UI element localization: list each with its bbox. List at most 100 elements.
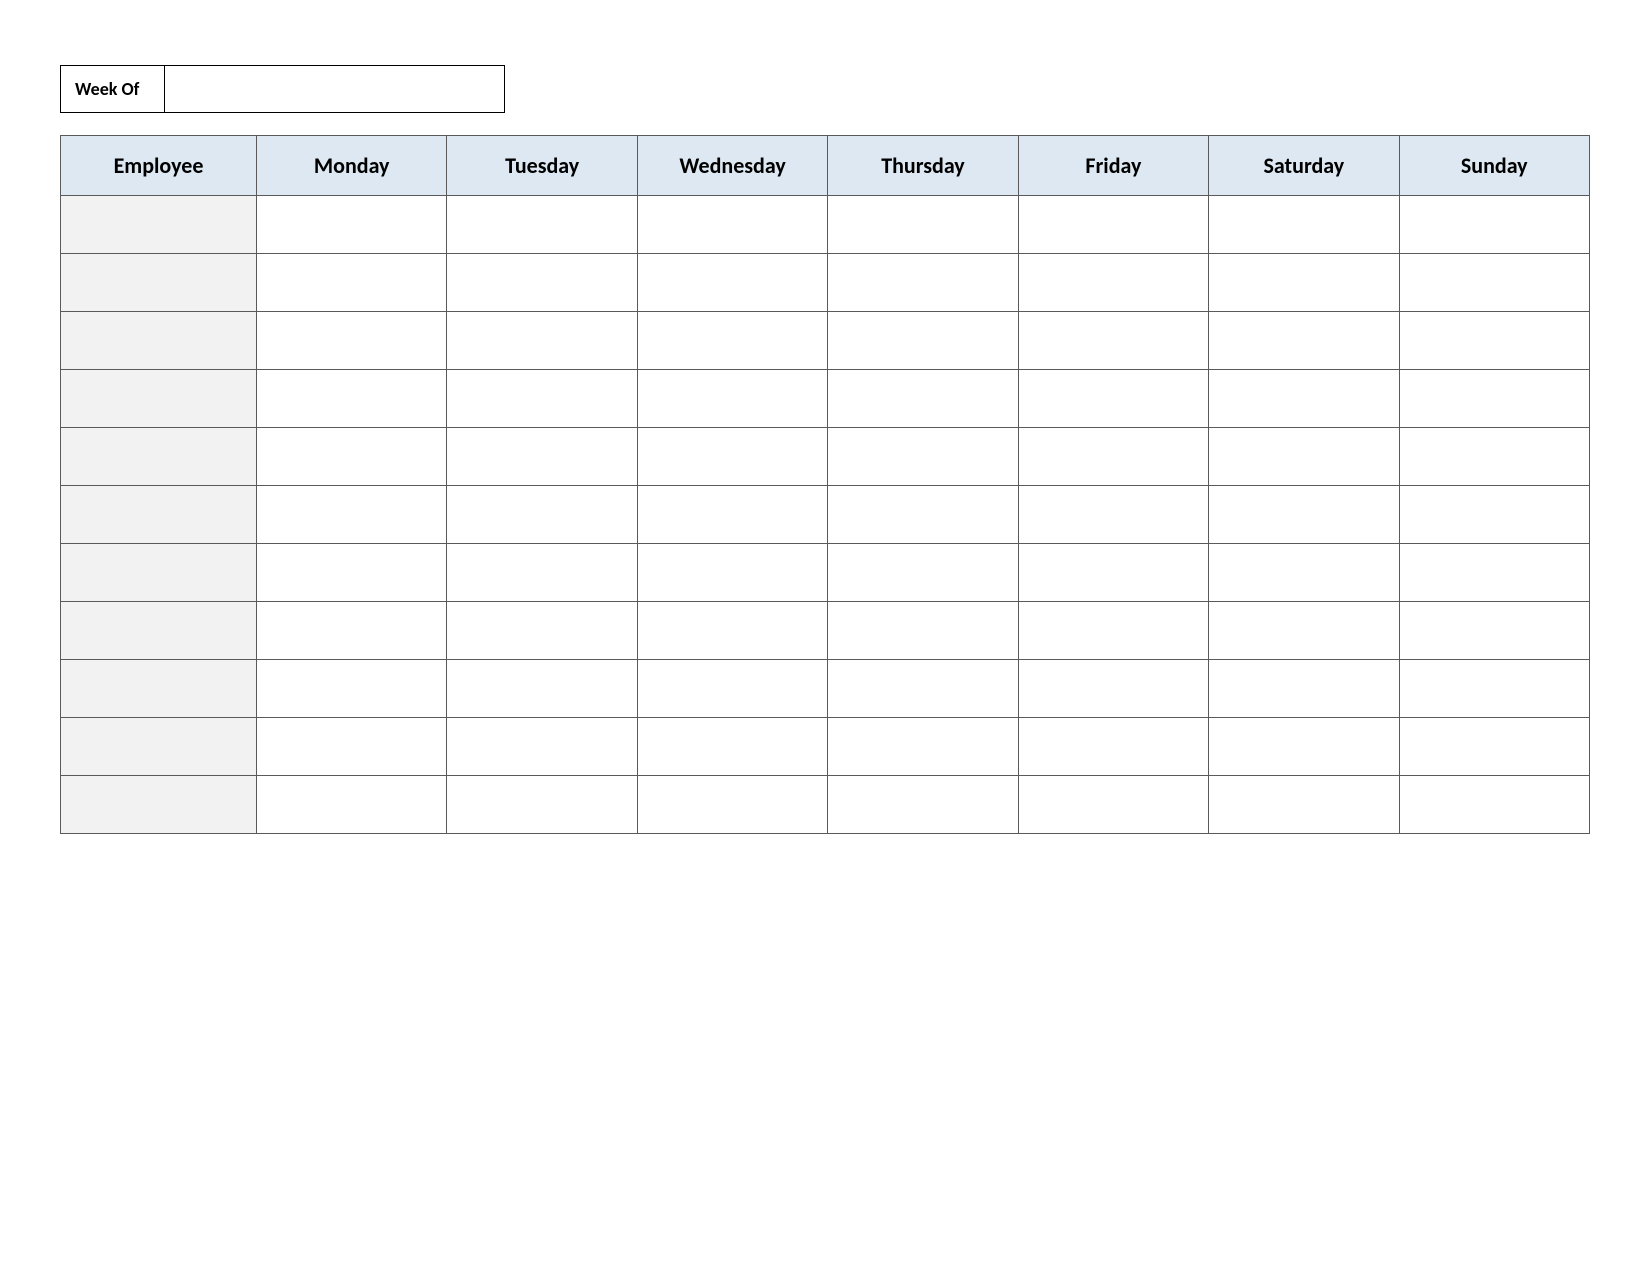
schedule-cell[interactable]: [1399, 486, 1589, 544]
employee-cell[interactable]: [61, 602, 257, 660]
schedule-cell[interactable]: [1209, 602, 1399, 660]
employee-cell[interactable]: [61, 428, 257, 486]
employee-cell[interactable]: [61, 370, 257, 428]
schedule-cell[interactable]: [1018, 312, 1208, 370]
employee-cell[interactable]: [61, 196, 257, 254]
schedule-cell[interactable]: [637, 428, 827, 486]
schedule-cell[interactable]: [1209, 776, 1399, 834]
schedule-cell[interactable]: [257, 660, 447, 718]
schedule-cell[interactable]: [828, 660, 1018, 718]
schedule-cell[interactable]: [1399, 254, 1589, 312]
schedule-cell[interactable]: [257, 428, 447, 486]
schedule-cell[interactable]: [1209, 196, 1399, 254]
employee-cell[interactable]: [61, 776, 257, 834]
schedule-cell[interactable]: [1209, 370, 1399, 428]
week-of-label: Week Of: [60, 65, 165, 113]
schedule-cell[interactable]: [828, 428, 1018, 486]
schedule-cell[interactable]: [1018, 254, 1208, 312]
schedule-cell[interactable]: [828, 776, 1018, 834]
schedule-cell[interactable]: [1018, 602, 1208, 660]
table-row: [61, 602, 1590, 660]
schedule-cell[interactable]: [447, 312, 637, 370]
schedule-cell[interactable]: [1018, 544, 1208, 602]
schedule-cell[interactable]: [257, 602, 447, 660]
schedule-cell[interactable]: [637, 660, 827, 718]
schedule-cell[interactable]: [637, 718, 827, 776]
schedule-cell[interactable]: [447, 370, 637, 428]
schedule-cell[interactable]: [828, 544, 1018, 602]
schedule-cell[interactable]: [1399, 196, 1589, 254]
schedule-cell[interactable]: [637, 776, 827, 834]
schedule-cell[interactable]: [1018, 776, 1208, 834]
schedule-cell[interactable]: [637, 196, 827, 254]
employee-cell[interactable]: [61, 312, 257, 370]
schedule-cell[interactable]: [257, 254, 447, 312]
schedule-cell[interactable]: [1209, 718, 1399, 776]
employee-cell[interactable]: [61, 718, 257, 776]
schedule-cell[interactable]: [257, 486, 447, 544]
schedule-cell[interactable]: [1209, 544, 1399, 602]
schedule-cell[interactable]: [257, 776, 447, 834]
schedule-cell[interactable]: [257, 196, 447, 254]
employee-cell[interactable]: [61, 254, 257, 312]
schedule-cell[interactable]: [828, 486, 1018, 544]
schedule-cell[interactable]: [1018, 370, 1208, 428]
week-of-container: Week Of: [60, 65, 1590, 113]
schedule-cell[interactable]: [1018, 196, 1208, 254]
employee-cell[interactable]: [61, 660, 257, 718]
employee-cell[interactable]: [61, 544, 257, 602]
header-employee: Employee: [61, 136, 257, 196]
table-body: [61, 196, 1590, 834]
schedule-cell[interactable]: [828, 312, 1018, 370]
schedule-cell[interactable]: [257, 370, 447, 428]
schedule-cell[interactable]: [1209, 312, 1399, 370]
schedule-cell[interactable]: [447, 776, 637, 834]
schedule-cell[interactable]: [828, 718, 1018, 776]
table-row: [61, 718, 1590, 776]
schedule-cell[interactable]: [1399, 544, 1589, 602]
schedule-cell[interactable]: [1399, 370, 1589, 428]
schedule-cell[interactable]: [1209, 254, 1399, 312]
schedule-cell[interactable]: [637, 486, 827, 544]
schedule-cell[interactable]: [1209, 428, 1399, 486]
schedule-cell[interactable]: [1399, 602, 1589, 660]
schedule-cell[interactable]: [257, 718, 447, 776]
schedule-cell[interactable]: [447, 254, 637, 312]
schedule-cell[interactable]: [1399, 428, 1589, 486]
schedule-cell[interactable]: [637, 312, 827, 370]
schedule-cell[interactable]: [447, 544, 637, 602]
week-of-input[interactable]: [165, 65, 505, 113]
schedule-cell[interactable]: [447, 718, 637, 776]
schedule-cell[interactable]: [828, 602, 1018, 660]
schedule-cell[interactable]: [1018, 660, 1208, 718]
schedule-cell[interactable]: [447, 428, 637, 486]
schedule-cell[interactable]: [1018, 718, 1208, 776]
schedule-cell[interactable]: [447, 660, 637, 718]
schedule-cell[interactable]: [637, 370, 827, 428]
schedule-cell[interactable]: [637, 602, 827, 660]
schedule-cell[interactable]: [637, 254, 827, 312]
schedule-cell[interactable]: [1209, 486, 1399, 544]
employee-cell[interactable]: [61, 486, 257, 544]
schedule-cell[interactable]: [1018, 428, 1208, 486]
schedule-cell[interactable]: [257, 312, 447, 370]
schedule-cell[interactable]: [1399, 718, 1589, 776]
schedule-cell[interactable]: [1399, 312, 1589, 370]
schedule-cell[interactable]: [828, 254, 1018, 312]
header-thursday: Thursday: [828, 136, 1018, 196]
schedule-cell[interactable]: [447, 486, 637, 544]
schedule-cell[interactable]: [1018, 486, 1208, 544]
table-row: [61, 312, 1590, 370]
schedule-cell[interactable]: [828, 196, 1018, 254]
schedule-cell[interactable]: [828, 370, 1018, 428]
schedule-cell[interactable]: [637, 544, 827, 602]
header-monday: Monday: [257, 136, 447, 196]
schedule-cell[interactable]: [1399, 660, 1589, 718]
schedule-cell[interactable]: [447, 196, 637, 254]
schedule-cell[interactable]: [1399, 776, 1589, 834]
schedule-cell[interactable]: [1209, 660, 1399, 718]
schedule-cell[interactable]: [257, 544, 447, 602]
table-row: [61, 428, 1590, 486]
header-saturday: Saturday: [1209, 136, 1399, 196]
schedule-cell[interactable]: [447, 602, 637, 660]
